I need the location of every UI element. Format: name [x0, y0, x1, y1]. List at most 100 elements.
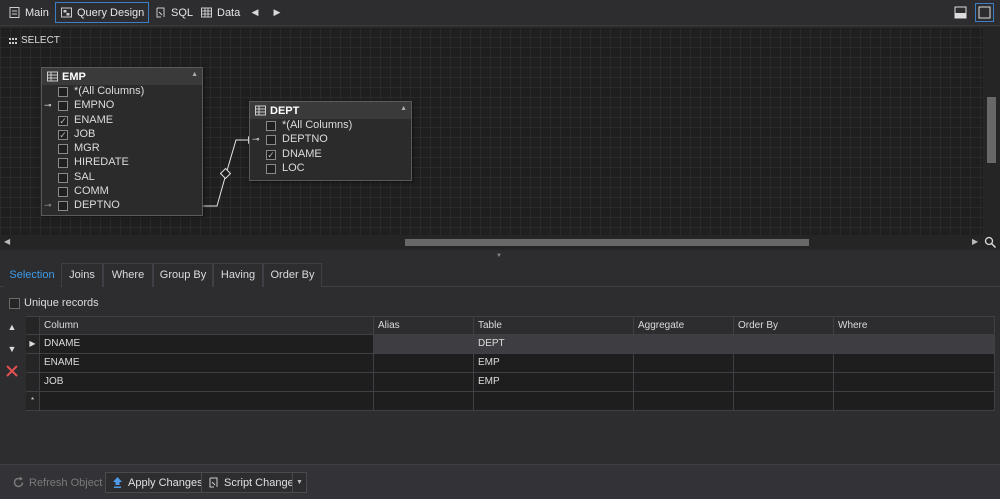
- table-emp-header[interactable]: EMP ▲: [42, 68, 202, 85]
- emp-column-row[interactable]: MGR: [42, 142, 202, 156]
- cell-table[interactable]: EMP: [474, 373, 634, 392]
- row-indicator[interactable]: ▶: [26, 335, 40, 354]
- vertical-scroll-thumb[interactable]: [987, 97, 996, 163]
- column-header-where[interactable]: Where: [834, 316, 995, 335]
- tab-order-by[interactable]: Order By: [263, 263, 322, 287]
- cell-alias[interactable]: [374, 373, 474, 392]
- emp-column-row[interactable]: SAL: [42, 171, 202, 185]
- tab-where[interactable]: Where: [103, 263, 153, 287]
- cell-table[interactable]: EMP: [474, 354, 634, 373]
- emp-column-checkbox[interactable]: [58, 158, 68, 169]
- unique-records-option[interactable]: Unique records: [9, 297, 99, 309]
- new-row-cell-order-by[interactable]: [734, 392, 834, 411]
- emp-column-checkbox[interactable]: [58, 172, 68, 183]
- row-indicator[interactable]: [26, 354, 40, 373]
- column-header-table[interactable]: Table: [474, 316, 634, 335]
- emp-column-checkbox[interactable]: ✓: [58, 115, 68, 126]
- new-row-cell-alias[interactable]: [374, 392, 474, 411]
- dept-column-checkbox[interactable]: [266, 135, 276, 146]
- dept-column-row[interactable]: ⊸ DEPTNO: [250, 133, 411, 147]
- cell-column[interactable]: ENAME: [40, 354, 374, 373]
- tab-selection[interactable]: Selection: [4, 263, 60, 287]
- scroll-left-arrow-icon[interactable]: ◀: [4, 237, 10, 246]
- emp-column-checkbox[interactable]: [58, 101, 68, 112]
- script-changes-button[interactable]: Script Changes: [201, 472, 306, 493]
- cell-table[interactable]: DEPT: [474, 335, 634, 354]
- canvas-horizontal-scrollbar[interactable]: ◀ ▶: [0, 235, 1000, 250]
- tab-sql[interactable]: SQL: [150, 2, 197, 23]
- emp-column-row[interactable]: ✓ ENAME: [42, 114, 202, 128]
- cell-where[interactable]: [834, 354, 995, 373]
- emp-column-row[interactable]: ✓ JOB: [42, 128, 202, 142]
- emp-column-row[interactable]: *(All Columns): [42, 85, 202, 99]
- column-header-alias[interactable]: Alias: [374, 316, 474, 335]
- scroll-right-arrow-icon[interactable]: ▶: [972, 237, 978, 246]
- scroll-left-icon[interactable]: ◀: [247, 4, 263, 20]
- foreign-key-icon: ⊸: [44, 200, 52, 211]
- emp-column-checkbox[interactable]: [58, 144, 68, 155]
- dept-column-checkbox[interactable]: ✓: [266, 149, 276, 160]
- zoom-icon[interactable]: [984, 236, 997, 249]
- splitter-caret-icon[interactable]: ▼: [496, 253, 502, 259]
- cell-aggregate[interactable]: [634, 335, 734, 354]
- move-down-icon[interactable]: ▼: [3, 340, 21, 358]
- cell-where[interactable]: [834, 335, 995, 354]
- emp-column-row[interactable]: ⊸ EMPNO: [42, 99, 202, 113]
- cell-column[interactable]: DNAME: [40, 335, 374, 354]
- emp-column-checkbox[interactable]: [58, 201, 68, 212]
- dept-column-row[interactable]: *(All Columns): [250, 119, 411, 133]
- table-dept-header[interactable]: DEPT ▲: [250, 102, 411, 119]
- unique-records-checkbox[interactable]: [9, 297, 20, 309]
- new-row-cell-column[interactable]: [40, 392, 374, 411]
- tab-group-by[interactable]: Group By: [153, 263, 213, 287]
- cell-where[interactable]: [834, 373, 995, 392]
- emp-column-checkbox[interactable]: ✓: [58, 129, 68, 140]
- emp-column-row[interactable]: HIREDATE: [42, 156, 202, 170]
- column-header-column[interactable]: Column: [40, 316, 374, 335]
- cell-aggregate[interactable]: [634, 354, 734, 373]
- tab-having[interactable]: Having: [213, 263, 263, 287]
- emp-column-checkbox[interactable]: [58, 87, 68, 97]
- emp-column-checkbox[interactable]: [58, 187, 68, 198]
- column-header-aggregate[interactable]: Aggregate: [634, 316, 734, 335]
- move-up-icon[interactable]: ▲: [3, 318, 21, 336]
- cell-aggregate[interactable]: [634, 373, 734, 392]
- canvas-vertical-scrollbar[interactable]: [983, 27, 1000, 235]
- cell-order-by[interactable]: [734, 354, 834, 373]
- row-indicator[interactable]: [26, 373, 40, 392]
- dept-column-checkbox[interactable]: [266, 121, 276, 131]
- cell-order-by[interactable]: [734, 373, 834, 392]
- cell-order-by[interactable]: [734, 335, 834, 354]
- script-changes-dropdown-icon[interactable]: ▼: [292, 472, 307, 493]
- collapse-icon[interactable]: ▲: [191, 71, 198, 78]
- table-dept[interactable]: DEPT ▲ *(All Columns) ⊸ DEPTNO ✓ DNAME LOC: [249, 101, 412, 181]
- new-row-cell-aggregate[interactable]: [634, 392, 734, 411]
- collapse-icon[interactable]: ▲: [400, 105, 407, 112]
- cell-column[interactable]: JOB: [40, 373, 374, 392]
- apply-changes-button[interactable]: Apply Changes: [105, 472, 209, 493]
- tab-main[interactable]: Main: [4, 2, 53, 23]
- dept-column-row[interactable]: LOC: [250, 162, 411, 176]
- horizontal-scroll-thumb[interactable]: [405, 239, 809, 246]
- cell-alias[interactable]: [374, 335, 474, 354]
- new-row-marker[interactable]: *: [26, 392, 40, 411]
- maximize-icon: [978, 6, 991, 19]
- tab-query-design[interactable]: Query Design: [55, 2, 150, 23]
- column-header-order-by[interactable]: Order By: [734, 316, 834, 335]
- new-row-cell-where[interactable]: [834, 392, 995, 411]
- maximize-view-button[interactable]: [975, 3, 994, 22]
- emp-column-row[interactable]: ⊸ DEPTNO: [42, 199, 202, 213]
- dept-column-row[interactable]: ✓ DNAME: [250, 148, 411, 162]
- refresh-object-button[interactable]: Refresh Object: [6, 472, 108, 493]
- delete-row-icon[interactable]: [3, 362, 21, 380]
- scroll-right-icon[interactable]: ▶: [269, 4, 285, 20]
- split-view-button[interactable]: [951, 3, 970, 22]
- new-row-cell-table[interactable]: [474, 392, 634, 411]
- dept-column-checkbox[interactable]: [266, 163, 276, 174]
- cell-alias[interactable]: [374, 354, 474, 373]
- tab-joins[interactable]: Joins: [61, 263, 103, 287]
- tab-data[interactable]: Data: [196, 2, 244, 23]
- table-emp[interactable]: EMP ▲ *(All Columns) ⊸ EMPNO ✓ ENAME ✓ JOB MGR H…: [41, 67, 203, 216]
- selection-grid: Column Alias Table Aggregate Order By Wh…: [26, 316, 995, 412]
- emp-column-row[interactable]: COMM: [42, 185, 202, 199]
